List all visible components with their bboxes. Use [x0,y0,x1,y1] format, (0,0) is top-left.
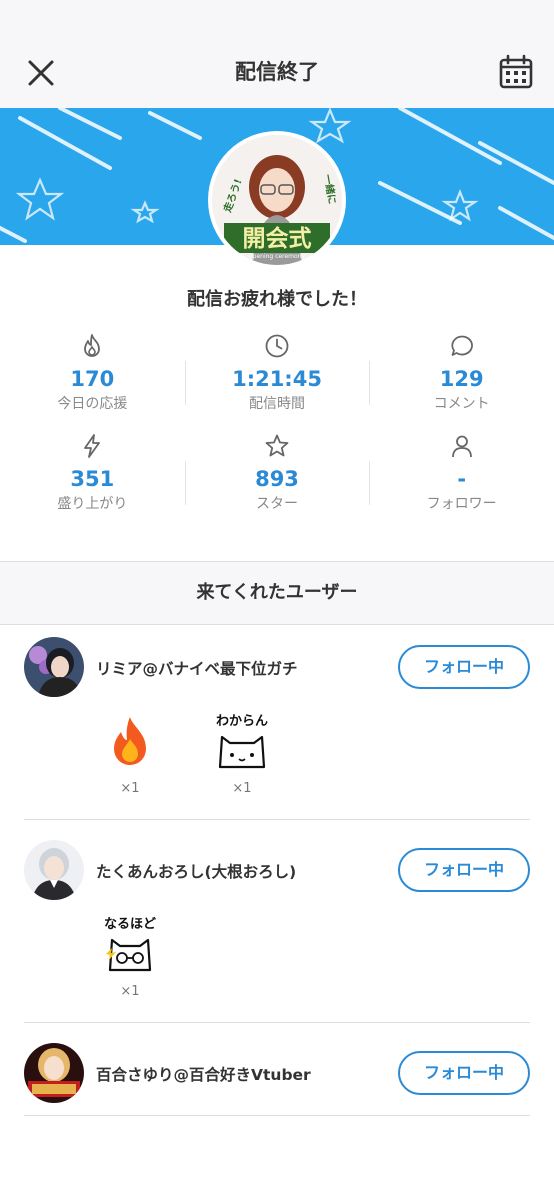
stat-duration: 1:21:45 配信時間 [184,333,370,433]
section-title: 来てくれたユーザー [0,561,554,625]
stat-label: 配信時間 [249,396,305,412]
avatar[interactable] [24,1043,84,1103]
comment-icon [451,335,473,356]
following-button[interactable]: フォロー中 [398,1051,530,1095]
user-name: 百合さゆり@百合好きVtuber [96,1066,311,1084]
following-button[interactable]: フォロー中 [398,645,530,689]
user-list-item: たくあんおろし(大根おろし) フォロー中 なるほど ×1 [24,828,530,1023]
stamp-item: ×1 [90,711,170,796]
stamp-count: ×1 [120,781,140,796]
stat-value: - [457,467,467,491]
streamer-avatar: 開会式 opening ceremony 走ろう! 一緒に [208,131,346,269]
stat-followers: - フォロワー [369,433,554,533]
svg-text:わからん: わからん [216,714,268,729]
wakaran-cat-stamp-icon: わからん [216,714,268,769]
lightning-icon [84,434,101,458]
stat-value: 129 [439,367,484,391]
flame-icon [84,334,101,357]
header-bar: 配信終了 [0,38,554,108]
stamp-count: ×1 [120,984,140,999]
fire-stamp-icon [114,717,146,765]
naruhodo-cat-stamp-icon: なるほど [104,917,156,972]
person-icon [451,435,472,458]
calendar-icon[interactable] [498,54,534,90]
status-bar-area [0,0,554,38]
stat-label: コメント [433,396,490,412]
stat-stars: 893 スター [184,433,370,533]
following-button[interactable]: フォロー中 [398,848,530,892]
user-name: たくあんおろし(大根おろし) [96,863,297,881]
stat-value: 170 [70,367,115,391]
stat-support: 170 今日の応援 [0,333,185,433]
stamp-list: なるほど ×1 [24,914,530,1022]
stat-value: 351 [70,467,115,491]
stat-comments: 129 コメント [369,333,554,433]
stamp-item: なるほど ×1 [90,914,170,999]
star-icon [265,434,289,457]
stats-grid: 170 今日の応援 1:21:45 配信時間 129 コメント 351 盛り上が… [0,333,554,533]
svg-text:なるほど: なるほど [104,917,156,932]
stat-value: 893 [255,467,299,491]
page-title: 配信終了 [235,60,319,84]
avatar[interactable] [24,637,84,697]
svg-text:開会式: 開会式 [243,225,312,252]
clock-icon [265,334,289,358]
user-list-item: リミア@バナイベ最下位ガチ フォロー中 ×1 わからん ×1 [24,625,530,820]
thanks-message: 配信お疲れ様でした！ [187,289,367,310]
stat-label: 今日の応援 [57,396,128,412]
stamp-list: ×1 わからん ×1 [24,711,530,819]
stamp-item: わからん ×1 [202,711,282,796]
user-name: リミア@バナイベ最下位ガチ [96,660,298,678]
user-list-item: 百合さゆり@百合好きVtuber フォロー中 [24,1031,530,1116]
stat-excitement: 351 盛り上がり [0,433,185,533]
stat-label: スター [256,496,298,512]
stat-value: 1:21:45 [232,367,322,391]
stamp-count: ×1 [232,781,252,796]
avatar[interactable] [24,840,84,900]
stat-label: 盛り上がり [57,496,128,512]
streamer-avatar-image: 開会式 opening ceremony 走ろう! 一緒に [212,135,342,265]
stat-label: フォロワー [426,496,497,512]
svg-text:opening ceremony: opening ceremony [249,253,305,260]
